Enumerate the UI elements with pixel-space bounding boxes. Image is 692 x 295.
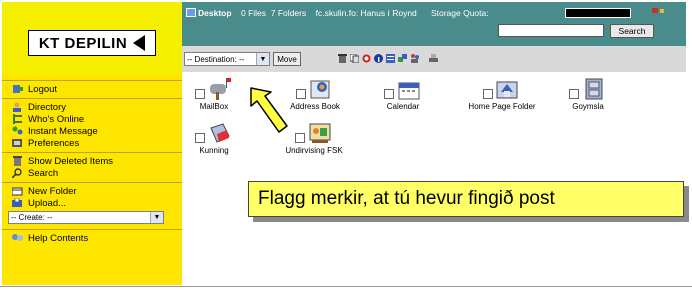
trash-icon[interactable]: [338, 54, 347, 63]
sidebar: KT DEPILIN Logout Directory Who's Online…: [2, 2, 182, 285]
location-bar: Desktop 0 Files 7 Folders fc.skulin.fo: …: [186, 8, 489, 18]
search-input[interactable]: [498, 24, 604, 37]
menu-group-view: Show Deleted Items Search: [2, 152, 182, 182]
calendar-icon: [398, 82, 420, 100]
kunning-icon: [210, 123, 230, 143]
storage-quota-bar: [565, 8, 631, 18]
address-book-icon: [310, 80, 330, 99]
move-button[interactable]: Move: [273, 52, 301, 66]
storage-quota-label: Storage Quota:: [430, 8, 489, 18]
callout-box: Flagg merkir, at tú hevur fingið post: [248, 181, 684, 217]
sidebar-item-label: Search: [28, 167, 59, 179]
directory-icon: [12, 102, 23, 112]
location-title[interactable]: Desktop: [198, 8, 232, 18]
header-bar: Desktop 0 Files 7 Folders fc.skulin.fo: …: [182, 2, 686, 46]
whos-online-icon: [12, 114, 23, 124]
checkbox[interactable]: [384, 89, 394, 99]
sidebar-menu: Logout Directory Who's Online Instant Me…: [2, 80, 182, 247]
folder-label: Kunning: [199, 146, 229, 155]
logo-area: KT DEPILIN: [2, 2, 182, 74]
chevron-down-icon[interactable]: ▼: [150, 212, 163, 223]
sidebar-item-logout[interactable]: Logout: [2, 83, 182, 95]
files-count: 0 Files: [241, 8, 267, 18]
storage-cabinet-icon: [585, 78, 603, 100]
destination-select[interactable]: -- Destination: -- ▼: [184, 52, 270, 66]
app-window: KT DEPILIN Logout Directory Who's Online…: [2, 2, 689, 285]
sidebar-item-label: Who's Online: [28, 113, 85, 125]
link-icon[interactable]: [429, 54, 438, 63]
sidebar-item-help[interactable]: Help Contents: [2, 232, 182, 244]
folder-label: Undirvising FSK: [285, 146, 343, 155]
desktop-icon: [186, 8, 196, 17]
toolbar-icons: [338, 54, 438, 63]
create-select-value: -- Create: --: [11, 213, 53, 222]
divider: [0, 286, 692, 287]
help-icon: [12, 233, 23, 243]
instant-message-icon: [12, 126, 23, 136]
logo-triangle-icon: [133, 35, 146, 51]
menu-group-account: Logout: [2, 80, 182, 98]
folder-item-kunning[interactable]: Kunning: [186, 122, 242, 155]
properties-icon[interactable]: [386, 54, 395, 63]
folder-label: Calendar: [386, 102, 420, 111]
annotation-arrow-icon: [250, 87, 288, 133]
sidebar-item-label: Instant Message: [28, 125, 98, 137]
sidebar-item-label: Show Deleted Items: [28, 155, 114, 167]
sidebar-item-label: Upload...: [28, 197, 67, 209]
sidebar-item-directory[interactable]: Directory: [2, 101, 182, 113]
menu-group-help: Help Contents: [2, 229, 182, 247]
toolbar: -- Destination: -- ▼ Move: [182, 46, 686, 72]
new-folder-icon: [11, 186, 23, 196]
logo[interactable]: KT DEPILIN: [28, 30, 156, 56]
folder-item-calendar[interactable]: Calendar: [370, 78, 436, 111]
deleted-items-icon: [12, 156, 23, 166]
users-icon[interactable]: [410, 54, 419, 63]
mailbox-icon: [210, 78, 231, 100]
sidebar-item-search[interactable]: Search: [2, 167, 182, 179]
chevron-down-icon[interactable]: ▼: [256, 53, 269, 65]
refresh-icon[interactable]: [362, 54, 371, 63]
preferences-icon: [12, 138, 23, 148]
search-button[interactable]: Search: [610, 24, 654, 38]
checkbox[interactable]: [483, 89, 493, 99]
sidebar-item-new-folder[interactable]: New Folder: [2, 185, 182, 197]
search-icon: [11, 168, 23, 179]
sidebar-item-whos-online[interactable]: Who's Online: [2, 113, 182, 125]
user-path: fc.skulin.fo: Hanus í Roynd: [315, 8, 417, 18]
sidebar-item-show-deleted[interactable]: Show Deleted Items: [2, 155, 182, 167]
menu-group-create: New Folder Upload... -- Create: -- ▼: [2, 182, 182, 229]
home-page-folder-icon: [496, 81, 518, 99]
copy-icon[interactable]: [350, 54, 359, 63]
folder-item-mailbox[interactable]: MailBox: [186, 78, 242, 111]
header-icons: [652, 7, 666, 17]
sidebar-item-upload[interactable]: Upload...: [2, 197, 182, 209]
folder-label: MailBox: [199, 102, 229, 111]
network-icon[interactable]: [652, 7, 666, 15]
checkbox[interactable]: [195, 89, 205, 99]
checkbox[interactable]: [569, 89, 579, 99]
folder-item-goymsla[interactable]: Goymsla: [558, 78, 618, 111]
sidebar-item-label: Help Contents: [28, 232, 89, 244]
sidebar-item-preferences[interactable]: Preferences: [2, 137, 182, 149]
menu-group-people: Directory Who's Online Instant Message P…: [2, 98, 182, 152]
create-select[interactable]: -- Create: -- ▼: [8, 211, 164, 224]
share-icon[interactable]: [398, 54, 407, 63]
sidebar-item-label: Directory: [28, 101, 67, 113]
checkbox[interactable]: [195, 133, 205, 143]
sidebar-item-label: Logout: [28, 83, 58, 95]
info-icon[interactable]: [374, 54, 383, 63]
destination-select-value: -- Destination: --: [187, 54, 245, 64]
folders-count: 7 Folders: [270, 8, 307, 18]
folder-item-home-page[interactable]: Home Page Folder: [464, 78, 540, 111]
sidebar-item-label: New Folder: [28, 185, 77, 197]
folder-label: Goymsla: [572, 102, 604, 111]
folder-label: Home Page Folder: [468, 102, 536, 111]
sidebar-item-label: Preferences: [28, 137, 80, 149]
undirvising-icon: [309, 123, 331, 143]
sidebar-item-instant-message[interactable]: Instant Message: [2, 125, 182, 137]
logout-icon: [12, 84, 23, 94]
upload-icon: [12, 197, 23, 208]
logo-text: KT DEPILIN: [38, 34, 128, 52]
